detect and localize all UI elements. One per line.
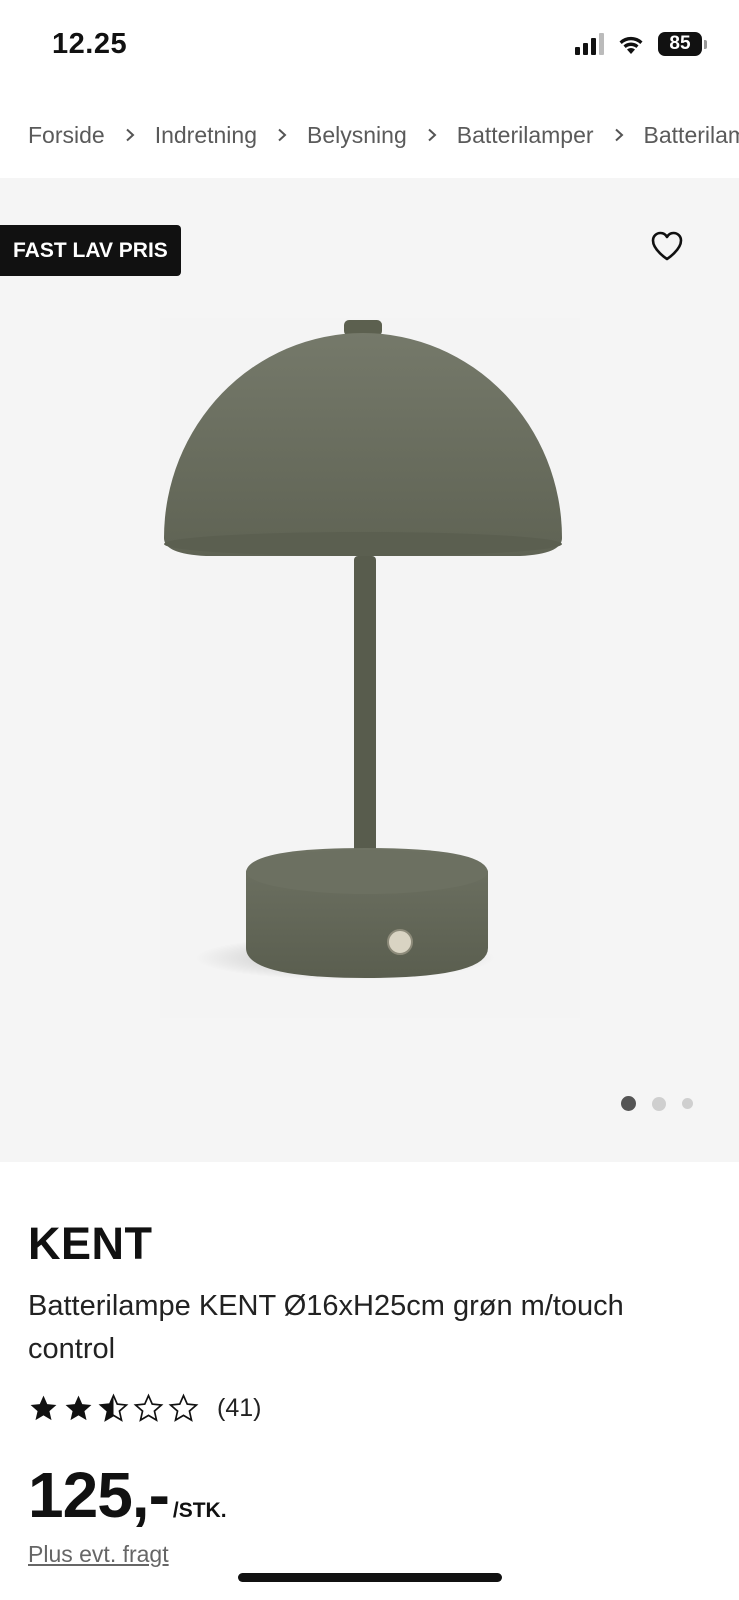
product-image-gallery[interactable]: FAST LAV PRIS: [0, 178, 739, 1162]
home-indicator[interactable]: [238, 1573, 502, 1582]
chevron-right-icon: [275, 128, 289, 142]
price-value: 125,-: [28, 1459, 170, 1531]
star-filled-icon: [65, 1395, 92, 1421]
battery-level: 85: [658, 32, 702, 56]
shipping-link[interactable]: Plus evt. fragt: [28, 1541, 169, 1568]
breadcrumb-item-indretning[interactable]: Indretning: [155, 122, 257, 149]
product-rating[interactable]: (41): [28, 1393, 261, 1424]
favorite-button[interactable]: [647, 226, 687, 266]
star-filled-icon: [30, 1395, 57, 1421]
product-title: Batterilampe KENT Ø16xH25cm grøn m/touch…: [28, 1290, 624, 1365]
product-brand: KENT: [28, 1218, 153, 1269]
status-bar: 12.25 85: [0, 0, 739, 90]
battery-icon: 85: [658, 32, 707, 56]
rating-stars: [28, 1393, 199, 1424]
breadcrumb-item-forside[interactable]: Forside: [28, 122, 105, 149]
chevron-right-icon: [425, 128, 439, 142]
breadcrumb-item-belysning[interactable]: Belysning: [307, 122, 407, 149]
status-icons: 85: [575, 32, 707, 56]
breadcrumb-item-current[interactable]: Batterilamper: [644, 122, 739, 149]
pagination-dot-1[interactable]: [621, 1096, 636, 1111]
product-image-lamp[interactable]: [160, 318, 580, 1018]
cellular-signal-icon: [575, 33, 604, 55]
gallery-pagination: [621, 1096, 693, 1111]
star-half-icon: [98, 1393, 129, 1422]
breadcrumb: Forside Indretning Belysning Batterilamp…: [28, 110, 739, 160]
price-badge: FAST LAV PRIS: [0, 225, 181, 276]
chevron-right-icon: [123, 128, 137, 142]
chevron-right-icon: [612, 128, 626, 142]
pagination-dot-3[interactable]: [682, 1098, 693, 1109]
pagination-dot-2[interactable]: [652, 1096, 666, 1111]
review-count[interactable]: (41): [217, 1394, 261, 1423]
price-unit: /STK.: [172, 1499, 227, 1522]
heart-icon: [651, 231, 683, 261]
star-empty-icon: [133, 1393, 164, 1422]
breadcrumb-item-batterilamper[interactable]: Batterilamper: [457, 122, 594, 149]
product-price: 125,- /STK.: [28, 1458, 227, 1532]
star-empty-icon: [168, 1393, 199, 1422]
wifi-icon: [619, 36, 643, 54]
status-time: 12.25: [52, 28, 128, 60]
